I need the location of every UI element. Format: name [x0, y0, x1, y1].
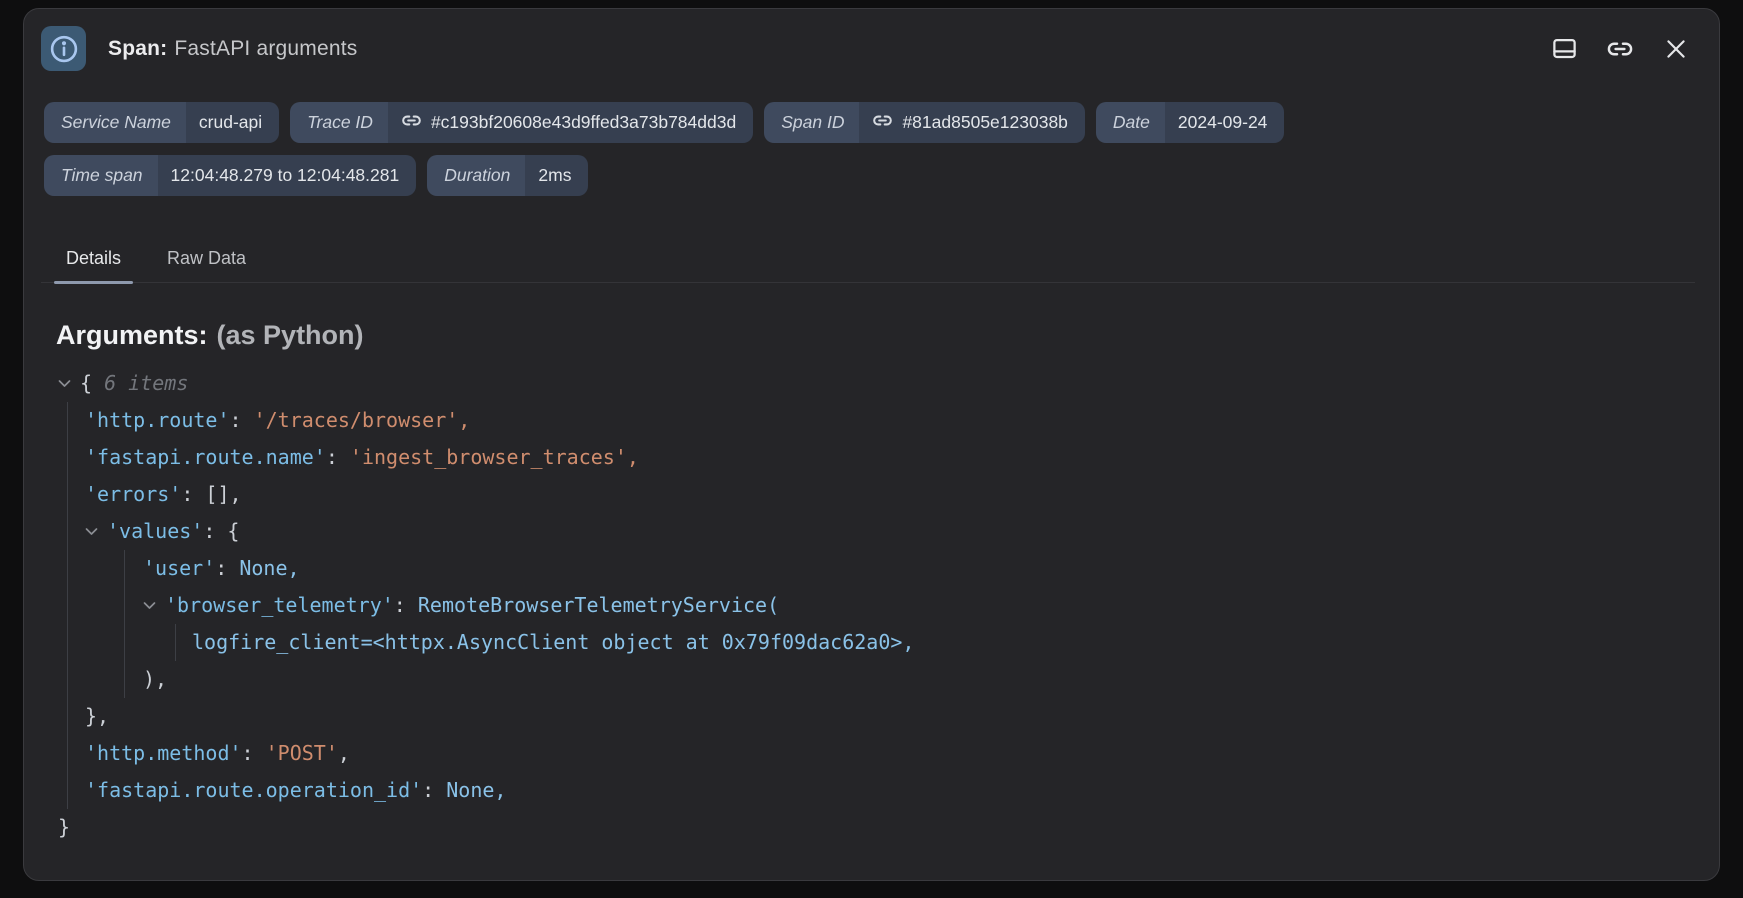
badge-label: Service Name — [44, 102, 186, 143]
badge-value: 2ms — [525, 155, 588, 196]
chevron-down-icon[interactable] — [143, 587, 165, 624]
code-token-punc: : — [394, 593, 418, 617]
code-token-key: 'browser_telemetry' — [165, 593, 394, 617]
code-token-punc: { — [80, 371, 104, 395]
code-line: logfire_client=<httpx.AsyncClient object… — [192, 624, 1695, 661]
code-token-val: RemoteBrowserTelemetryService( — [418, 593, 779, 617]
code-line: 'fastapi.route.name': 'ingest_browser_tr… — [85, 439, 1695, 476]
code-line: 'errors': [], — [85, 476, 1695, 513]
code-token-punc: ), — [143, 667, 167, 691]
attribute-badge: Date 2024-09-24 — [1096, 102, 1285, 143]
code-token-meta: 6 items — [104, 371, 188, 395]
attribute-badge: Duration 2ms — [427, 155, 588, 196]
code-line: 'user': None, — [143, 550, 1695, 587]
panel-bottom-icon[interactable] — [1549, 34, 1579, 64]
code-token-punc: : [], — [181, 482, 241, 506]
code-token-str: 'ingest_browser_traces', — [350, 445, 639, 469]
badge-value: 2024-09-24 — [1165, 102, 1285, 143]
code-token-str: '/traces/browser', — [254, 408, 471, 432]
attribute-badge: Service Name crud-api — [44, 102, 279, 143]
info-icon — [41, 26, 86, 71]
badge-label: Span ID — [764, 102, 859, 143]
badge-label: Duration — [427, 155, 525, 196]
chevron-down-icon[interactable] — [58, 365, 80, 402]
code-line: 'values': { — [85, 513, 1695, 550]
code-line: { 6 items — [58, 365, 1695, 402]
panel-title: Span: FastAPI arguments — [108, 37, 358, 61]
code-token-punc: : — [326, 445, 350, 469]
badge-label: Trace ID — [290, 102, 388, 143]
code-line: } — [58, 809, 1695, 846]
code-indent-group: 'http.route': '/traces/browser','fastapi… — [67, 402, 1695, 809]
span-detail-panel: Span: FastAPI arguments — [23, 8, 1720, 881]
badge-value-text: 12:04:48.279 to 12:04:48.281 — [171, 165, 400, 186]
code-line: 'browser_telemetry': RemoteBrowserTeleme… — [143, 587, 1695, 624]
code-token-punc: : — [215, 556, 239, 580]
tab-bar: Details Raw Data — [41, 237, 1695, 283]
badge-value: 12:04:48.279 to 12:04:48.281 — [158, 155, 417, 196]
tab-raw-data[interactable]: Raw Data — [163, 248, 250, 282]
attribute-badge: Trace ID #c193bf20608e43d9ffed3a73b784dd3… — [290, 102, 753, 143]
code-token-val: logfire_client=<httpx.AsyncClient object… — [192, 630, 914, 654]
arguments-heading: Arguments: — [56, 320, 208, 350]
code-line: 'fastapi.route.operation_id': None, — [85, 772, 1695, 809]
link-icon[interactable] — [872, 110, 893, 136]
tab-details[interactable]: Details — [62, 248, 125, 282]
badge-value[interactable]: #81ad8505e123038b — [859, 102, 1084, 143]
code-token-val: None, — [446, 778, 506, 802]
code-token-key: 'http.method' — [85, 741, 242, 765]
code-token-key: 'http.route' — [85, 408, 230, 432]
badge-label: Time span — [44, 155, 158, 196]
code-indent-group: logfire_client=<httpx.AsyncClient object… — [175, 624, 1695, 661]
code-token-key: 'fastapi.route.name' — [85, 445, 326, 469]
link-icon[interactable] — [401, 110, 422, 136]
attribute-badge: Time span 12:04:48.279 to 12:04:48.281 — [44, 155, 416, 196]
code-token-key: 'errors' — [85, 482, 181, 506]
badge-value-text: crud-api — [199, 112, 262, 133]
span-attribute-badges: Service Name crud-api Trace ID #c193bf20608… — [44, 102, 1695, 196]
badge-row: Time span 12:04:48.279 to 12:04:48.281 Dur… — [44, 155, 1695, 196]
close-icon[interactable] — [1661, 34, 1691, 64]
code-token-key: 'user' — [143, 556, 215, 580]
code-token-key: 'fastapi.route.operation_id' — [85, 778, 422, 802]
code-line: }, — [85, 698, 1695, 735]
code-indent-group: 'user': None,'browser_telemetry': Remote… — [124, 550, 1695, 698]
chevron-down-icon[interactable] — [85, 513, 107, 550]
code-token-punc: } — [58, 815, 70, 839]
code-block: { 6 items'http.route': '/traces/browser'… — [41, 365, 1695, 846]
badge-value-text: 2024-09-24 — [1178, 112, 1268, 133]
panel-title-label: Span: — [108, 37, 167, 60]
code-line: ), — [143, 661, 1695, 698]
code-line: 'http.method': 'POST', — [85, 735, 1695, 772]
attribute-badge: Span ID #81ad8505e123038b — [764, 102, 1085, 143]
code-token-key: 'values' — [107, 519, 203, 543]
header-actions — [1549, 34, 1695, 64]
code-token-punc: , — [338, 741, 350, 765]
code-token-punc: }, — [85, 704, 109, 728]
badge-value: crud-api — [186, 102, 279, 143]
copy-link-icon[interactable] — [1605, 34, 1635, 64]
section-heading: Arguments: (as Python) — [56, 320, 1695, 351]
panel-title-value: FastAPI arguments — [174, 37, 357, 60]
code-line: 'http.route': '/traces/browser', — [85, 402, 1695, 439]
code-token-punc: : — [422, 778, 446, 802]
code-token-punc: : { — [203, 519, 239, 543]
arguments-heading-suffix: (as Python) — [217, 320, 364, 350]
code-token-punc: : — [230, 408, 254, 432]
badge-value-text: 2ms — [538, 165, 571, 186]
code-token-str: 'POST' — [266, 741, 338, 765]
code-token-val: None, — [239, 556, 299, 580]
badge-value-text: #81ad8505e123038b — [902, 112, 1067, 133]
badge-label: Date — [1096, 102, 1165, 143]
badge-value-text: #c193bf20608e43d9ffed3a73b784dd3d — [431, 112, 736, 133]
badge-row: Service Name crud-api Trace ID #c193bf20608… — [44, 102, 1695, 143]
panel-header: Span: FastAPI arguments — [41, 26, 1695, 71]
badge-value[interactable]: #c193bf20608e43d9ffed3a73b784dd3d — [388, 102, 753, 143]
code-token-punc: : — [242, 741, 266, 765]
